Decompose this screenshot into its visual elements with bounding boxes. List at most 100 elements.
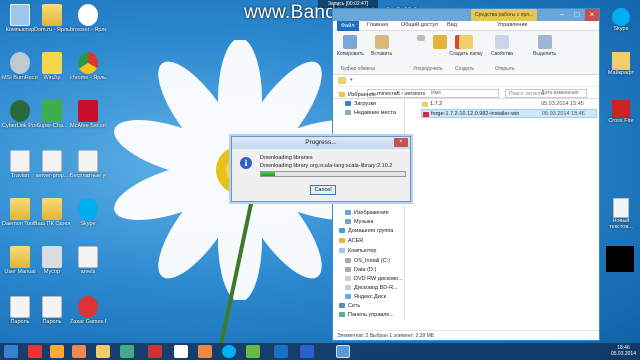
desktop-icon-mcafee[interactable]: McAfee Security S...	[70, 100, 106, 129]
tab-share[interactable]: Общий доступ	[401, 22, 438, 28]
desktop-icon-domru[interactable]: Dom.ru - Ярлык	[34, 4, 70, 33]
file-row[interactable]: 1.7.2 05.03.2014 15:45	[421, 100, 597, 109]
taskbar-app-icon[interactable]	[72, 345, 86, 358]
java-taskbar-icon[interactable]	[336, 345, 350, 358]
start-icon[interactable]	[4, 345, 18, 358]
desktop-icon-computer[interactable]: Компьютер	[2, 4, 38, 33]
group-open: Открыть	[495, 66, 515, 72]
maximize-button[interactable]: □	[570, 9, 584, 21]
dropdown-icon[interactable]: ▾	[350, 77, 353, 83]
group-organize: Упорядочить	[413, 66, 443, 72]
desktop-icon-mycop[interactable]: Mycop	[34, 246, 70, 275]
desktop-icon-travian[interactable]: Travian	[2, 150, 38, 179]
nav-acer[interactable]: ACER	[339, 238, 363, 244]
desktop-icon-chrome[interactable]: chrome - Ярлык	[70, 52, 106, 81]
taskbar-app-icon[interactable]	[246, 345, 260, 358]
nav-downloads[interactable]: Загрузки	[345, 101, 376, 107]
nav-network[interactable]: Сеть	[339, 303, 360, 309]
powerdvd-icon	[10, 100, 30, 122]
taskbar-app-icon[interactable]	[148, 345, 162, 358]
desktop-icon-zaxar[interactable]: Zaxar Games Browser	[70, 296, 106, 325]
explorer-taskbar-icon[interactable]	[96, 345, 110, 358]
select-icon	[537, 35, 552, 49]
desktop-icon-password-1[interactable]: Пароль	[2, 296, 38, 325]
file-row-selected[interactable]: forge-1.7.2-10.12.0.982-installer-win 05…	[421, 109, 597, 118]
desktop-icon-lessons[interactable]: Бесплатные учиться р...	[70, 150, 106, 179]
skype-taskbar-icon[interactable]	[222, 345, 236, 358]
properties-icon	[494, 35, 509, 49]
move-button[interactable]	[433, 35, 447, 51]
close-button[interactable]: ×	[585, 9, 599, 21]
nav-yandex-disk[interactable]: Яндекс.Диск	[345, 294, 386, 300]
nav-favorites[interactable]: Избранное	[339, 92, 376, 98]
computer-icon	[10, 4, 30, 26]
progress-dialog[interactable]: Progress... × i Downloading libraries Do…	[231, 136, 411, 202]
desktop-icon-crossfire[interactable]: Cross Fire	[604, 100, 638, 124]
clock[interactable]: 18:46 05.03.2014	[611, 345, 636, 357]
tab-manage[interactable]: Управление	[497, 22, 528, 28]
taskbar-app-icon[interactable]	[198, 345, 212, 358]
nav-recent[interactable]: Недавние места	[345, 110, 396, 116]
folder-icon	[42, 4, 62, 26]
desktop-icon-msi[interactable]: MSI BurnRecov...	[2, 52, 38, 81]
paste-icon	[374, 35, 389, 49]
nav-dvd-rw[interactable]: DVD RW дисково...	[345, 276, 403, 282]
tab-file[interactable]: Файл	[337, 21, 359, 31]
nav-control-panel[interactable]: Панель управле...	[339, 312, 394, 318]
nav-computer[interactable]: Компьютер	[339, 248, 376, 254]
taskbar-app-icon[interactable]	[50, 345, 64, 358]
crossfire-icon	[612, 100, 630, 118]
nav-bd-drive[interactable]: Дисковод BD-R...	[345, 285, 398, 291]
explorer-titlebar[interactable]: Средства работы с ярл... – □ ×	[333, 9, 599, 21]
copy-button[interactable]: Копировать	[337, 35, 364, 57]
taskbar-app-icon[interactable]	[28, 345, 42, 358]
folder-icon	[612, 52, 630, 70]
nav-pictures[interactable]: Изображения	[345, 210, 389, 216]
dialog-titlebar[interactable]: Progress... ×	[232, 137, 410, 149]
desktop-icon-skype[interactable]: Skype	[70, 198, 106, 227]
taskbar-app-icon[interactable]	[120, 345, 134, 358]
desktop-icon-minecraft[interactable]: Майкрафт	[604, 52, 638, 76]
zaxar-icon	[78, 296, 98, 318]
yandex-browser-icon	[78, 4, 98, 26]
column-date[interactable]: Дата изменения	[541, 90, 579, 96]
folder-icon	[10, 246, 30, 268]
copy-icon	[343, 35, 358, 49]
desktop-icon-daemon[interactable]: Daemon Tools Lit...	[2, 198, 38, 227]
desktop-icon-skype-right[interactable]: Skype	[604, 8, 638, 32]
desktop-icon-powerdvd[interactable]: CyberLink PowerDVD 10	[2, 100, 38, 129]
black-window-thumbnail[interactable]	[606, 246, 634, 272]
dialog-close-button[interactable]: ×	[394, 138, 408, 147]
desktop-icon-password-2[interactable]: Пароль	[34, 296, 70, 325]
taskbar-app-icon[interactable]	[274, 345, 288, 358]
tab-view[interactable]: Вид	[447, 22, 457, 28]
recycle-bin-icon	[42, 246, 62, 268]
select-button[interactable]: Выделить	[533, 35, 556, 57]
desktop-icon-user-manual[interactable]: User Manual	[2, 246, 38, 275]
nav-homegroup[interactable]: Домашняя группа	[339, 228, 393, 234]
taskbar-app-icon[interactable]	[300, 345, 314, 358]
desktop-icon-browser[interactable]: browser - Ярлык	[70, 4, 106, 33]
cancel-button[interactable]: Cancel	[310, 185, 336, 195]
properties-button[interactable]: Свойства	[491, 35, 513, 57]
desktop-icon-odnoklassniki[interactable]: Ваш ПК Однокл...	[34, 198, 70, 227]
desktop-icon-new-text[interactable]: Новый текстов...	[604, 198, 638, 230]
shortcut-tools-tab[interactable]: Средства работы с ярл...	[471, 9, 538, 21]
tab-home[interactable]: Главная	[367, 22, 388, 28]
desktop-icon-arvels[interactable]: arvels	[70, 246, 106, 275]
yandex-taskbar-icon[interactable]	[174, 345, 188, 358]
desktop-icon-superchar[interactable]: Super-Cha...	[34, 100, 70, 129]
column-name[interactable]: Имя	[431, 90, 441, 96]
new-folder-button[interactable]: Создать папку	[449, 35, 483, 57]
chrome-icon	[78, 52, 98, 74]
move-folder-icon	[433, 35, 447, 49]
nav-drive-d[interactable]: Data (D:)	[345, 267, 376, 273]
desktop-icon-winzip[interactable]: WinZip	[34, 52, 70, 81]
nav-music[interactable]: Музыка	[345, 219, 373, 225]
cut-button[interactable]	[415, 35, 427, 43]
desktop-icon-server-prop[interactable]: server-prop...	[34, 150, 70, 179]
minimize-button[interactable]: –	[555, 9, 569, 21]
nav-drive-c[interactable]: OS_Install (C:)	[345, 258, 390, 264]
paste-button[interactable]: Вставить	[371, 35, 392, 57]
quick-access-toolbar[interactable]	[336, 11, 358, 19]
